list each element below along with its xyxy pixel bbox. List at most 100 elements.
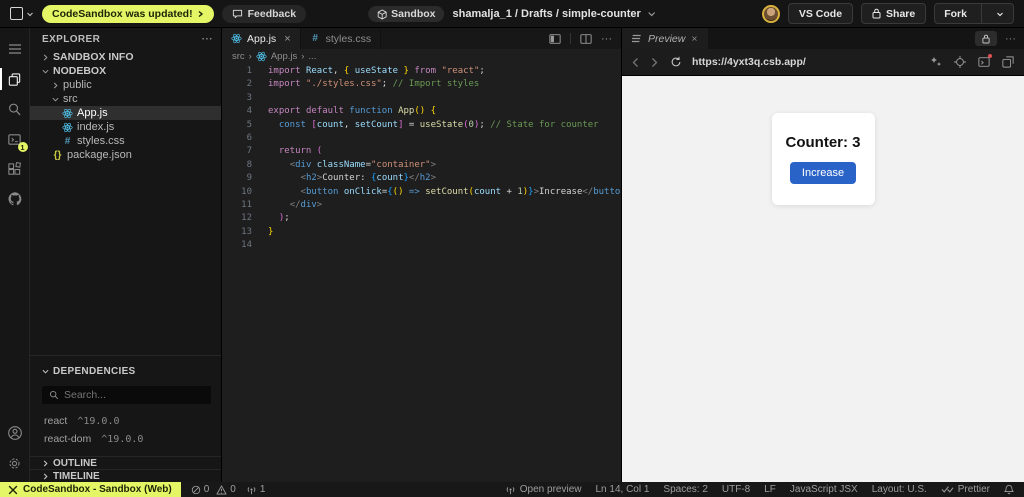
- sandbox-type-badge[interactable]: Sandbox: [368, 6, 444, 22]
- warning-count: 0: [230, 484, 236, 495]
- code-line-5[interactable]: 5 const [count, setCount] = useState(0);…: [222, 119, 621, 132]
- chevron-down-icon: [26, 10, 34, 18]
- problems-indicator[interactable]: 0 0: [191, 484, 236, 495]
- codesandbox-logo-icon: [10, 7, 23, 20]
- code-line-10[interactable]: 10 <button onClick={() => setCount(count…: [222, 186, 621, 199]
- menu-button[interactable]: [0, 34, 30, 64]
- timeline-section-header[interactable]: TIMELINE: [30, 469, 221, 482]
- keyboard-layout[interactable]: Layout: U.S.: [872, 484, 927, 495]
- forward-button[interactable]: [651, 57, 658, 68]
- sidebar-item-extensions[interactable]: [0, 154, 30, 184]
- ports-indicator[interactable]: 1: [246, 484, 266, 495]
- code-line-8[interactable]: 8 <div className="container">: [222, 159, 621, 172]
- fork-options-button[interactable]: [987, 4, 1013, 23]
- code-line-11[interactable]: 11 </div>: [222, 199, 621, 212]
- tab-preview[interactable]: Preview ×: [622, 28, 708, 49]
- fork-button[interactable]: Fork: [935, 4, 976, 23]
- resize-preview-button[interactable]: [930, 56, 942, 68]
- url-field[interactable]: https://4yxt3q.csb.app/: [692, 56, 920, 68]
- explorer-icon: [7, 72, 22, 87]
- dependencies-search[interactable]: [42, 386, 211, 404]
- line-number: 6: [222, 132, 252, 145]
- code-line-text: <div className="container">: [252, 159, 436, 172]
- share-button[interactable]: Share: [861, 3, 926, 24]
- dependency-item-react[interactable]: react^19.0.0: [30, 412, 221, 430]
- sidebar-item-search[interactable]: [0, 94, 30, 124]
- sidebar-item-github[interactable]: [0, 184, 30, 214]
- code-line-7[interactable]: 7 return (: [222, 145, 621, 158]
- back-button[interactable]: [632, 57, 639, 68]
- dependency-version: ^19.0.0: [77, 416, 119, 427]
- code-line-12[interactable]: 12 );: [222, 212, 621, 225]
- sidebar-item-devtools[interactable]: 1: [0, 124, 30, 154]
- code-editor[interactable]: 1import React, { useState } from "react"…: [222, 63, 621, 482]
- account-button[interactable]: [0, 418, 30, 448]
- code-line-13[interactable]: 13}: [222, 226, 621, 239]
- project-breadcrumb[interactable]: shamalja_1 / Drafts / simple-counter: [453, 8, 656, 20]
- outline-section-header[interactable]: OUTLINE: [30, 456, 221, 469]
- file-tree-item-nodebox[interactable]: NODEBOX: [30, 64, 221, 78]
- code-line-14[interactable]: 14: [222, 239, 621, 252]
- split-editor-button[interactable]: [580, 33, 592, 45]
- code-line-4[interactable]: 4export default function App() {: [222, 105, 621, 118]
- code-line-9[interactable]: 9 <h2>Counter: {count}</h2>: [222, 172, 621, 185]
- dependencies-header[interactable]: DEPENDENCIES: [30, 362, 221, 380]
- open-external-button[interactable]: [1002, 56, 1014, 68]
- preview-more-button[interactable]: ···: [1005, 33, 1016, 45]
- explorer-title: EXPLORER: [42, 34, 100, 45]
- sidebar-item-explorer[interactable]: [0, 64, 30, 94]
- code-line-text: </div>: [252, 199, 322, 212]
- code-line-6[interactable]: 6: [222, 132, 621, 145]
- code-line-3[interactable]: 3: [222, 92, 621, 105]
- file-tree-item-styles-css[interactable]: #styles.css: [30, 134, 221, 148]
- indentation-setting[interactable]: Spaces: 2: [663, 484, 707, 495]
- code-line-2[interactable]: 2import "./styles.css"; // Import styles: [222, 78, 621, 91]
- counter-heading: Counter: 3: [786, 134, 861, 151]
- close-icon[interactable]: ×: [691, 33, 697, 45]
- editor-more-button[interactable]: ···: [601, 33, 612, 45]
- feedback-button[interactable]: Feedback: [222, 5, 306, 23]
- file-tree-item-src[interactable]: src: [30, 92, 221, 106]
- open-external-icon: [1002, 56, 1014, 68]
- error-count: 0: [204, 484, 210, 495]
- double-check-icon: [941, 485, 954, 494]
- avatar[interactable]: [762, 5, 780, 23]
- update-banner-button[interactable]: CodeSandbox was updated!: [42, 5, 214, 23]
- dependencies-section: DEPENDENCIES react^19.0.0react-dom^19.0.…: [30, 355, 221, 456]
- remote-indicator[interactable]: CodeSandbox - Sandbox (Web): [0, 482, 181, 497]
- dependency-item-react-dom[interactable]: react-dom^19.0.0: [30, 430, 221, 448]
- refresh-button[interactable]: [670, 56, 682, 68]
- language-mode[interactable]: JavaScript JSX: [790, 484, 858, 495]
- notifications-button[interactable]: [1004, 484, 1014, 495]
- line-number: 9: [222, 172, 252, 185]
- tab-stylescss[interactable]: # styles.css: [301, 28, 382, 49]
- file-tree: SANDBOX INFONODEBOXpublicsrcApp.jsindex.…: [30, 50, 221, 162]
- line-number: 12: [222, 212, 252, 225]
- console-button[interactable]: [978, 56, 990, 68]
- close-icon[interactable]: ×: [284, 33, 290, 45]
- eol-setting[interactable]: LF: [764, 484, 776, 495]
- encoding-setting[interactable]: UTF-8: [722, 484, 750, 495]
- toggle-panel-button[interactable]: [549, 33, 561, 45]
- file-tree-item-app-js[interactable]: App.js: [30, 106, 221, 120]
- tab-appjs[interactable]: App.js ×: [222, 28, 301, 49]
- react-icon: [256, 51, 267, 62]
- explorer-more-button[interactable]: ···: [202, 34, 213, 45]
- file-tree-item-package-json[interactable]: {}package.json: [30, 148, 221, 162]
- file-tree-item-public[interactable]: public: [30, 78, 221, 92]
- settings-button[interactable]: [0, 448, 30, 478]
- preview-lock-button[interactable]: [975, 31, 997, 46]
- cursor-position[interactable]: Ln 14, Col 1: [595, 484, 649, 495]
- react-icon: [231, 33, 242, 44]
- breadcrumb[interactable]: src › App.js › ...: [222, 49, 621, 63]
- increase-button[interactable]: Increase: [790, 162, 856, 184]
- dependencies-search-input[interactable]: [64, 389, 194, 401]
- code-line-1[interactable]: 1import React, { useState } from "react"…: [222, 65, 621, 78]
- file-tree-item-index-js[interactable]: index.js: [30, 120, 221, 134]
- workspace-menu-button[interactable]: [10, 7, 34, 20]
- inspect-element-button[interactable]: [954, 56, 966, 68]
- open-preview-button[interactable]: Open preview: [505, 484, 582, 495]
- formatter-indicator[interactable]: Prettier: [941, 484, 990, 495]
- file-tree-item-sandbox-info[interactable]: SANDBOX INFO: [30, 50, 221, 64]
- vscode-button[interactable]: VS Code: [788, 3, 853, 24]
